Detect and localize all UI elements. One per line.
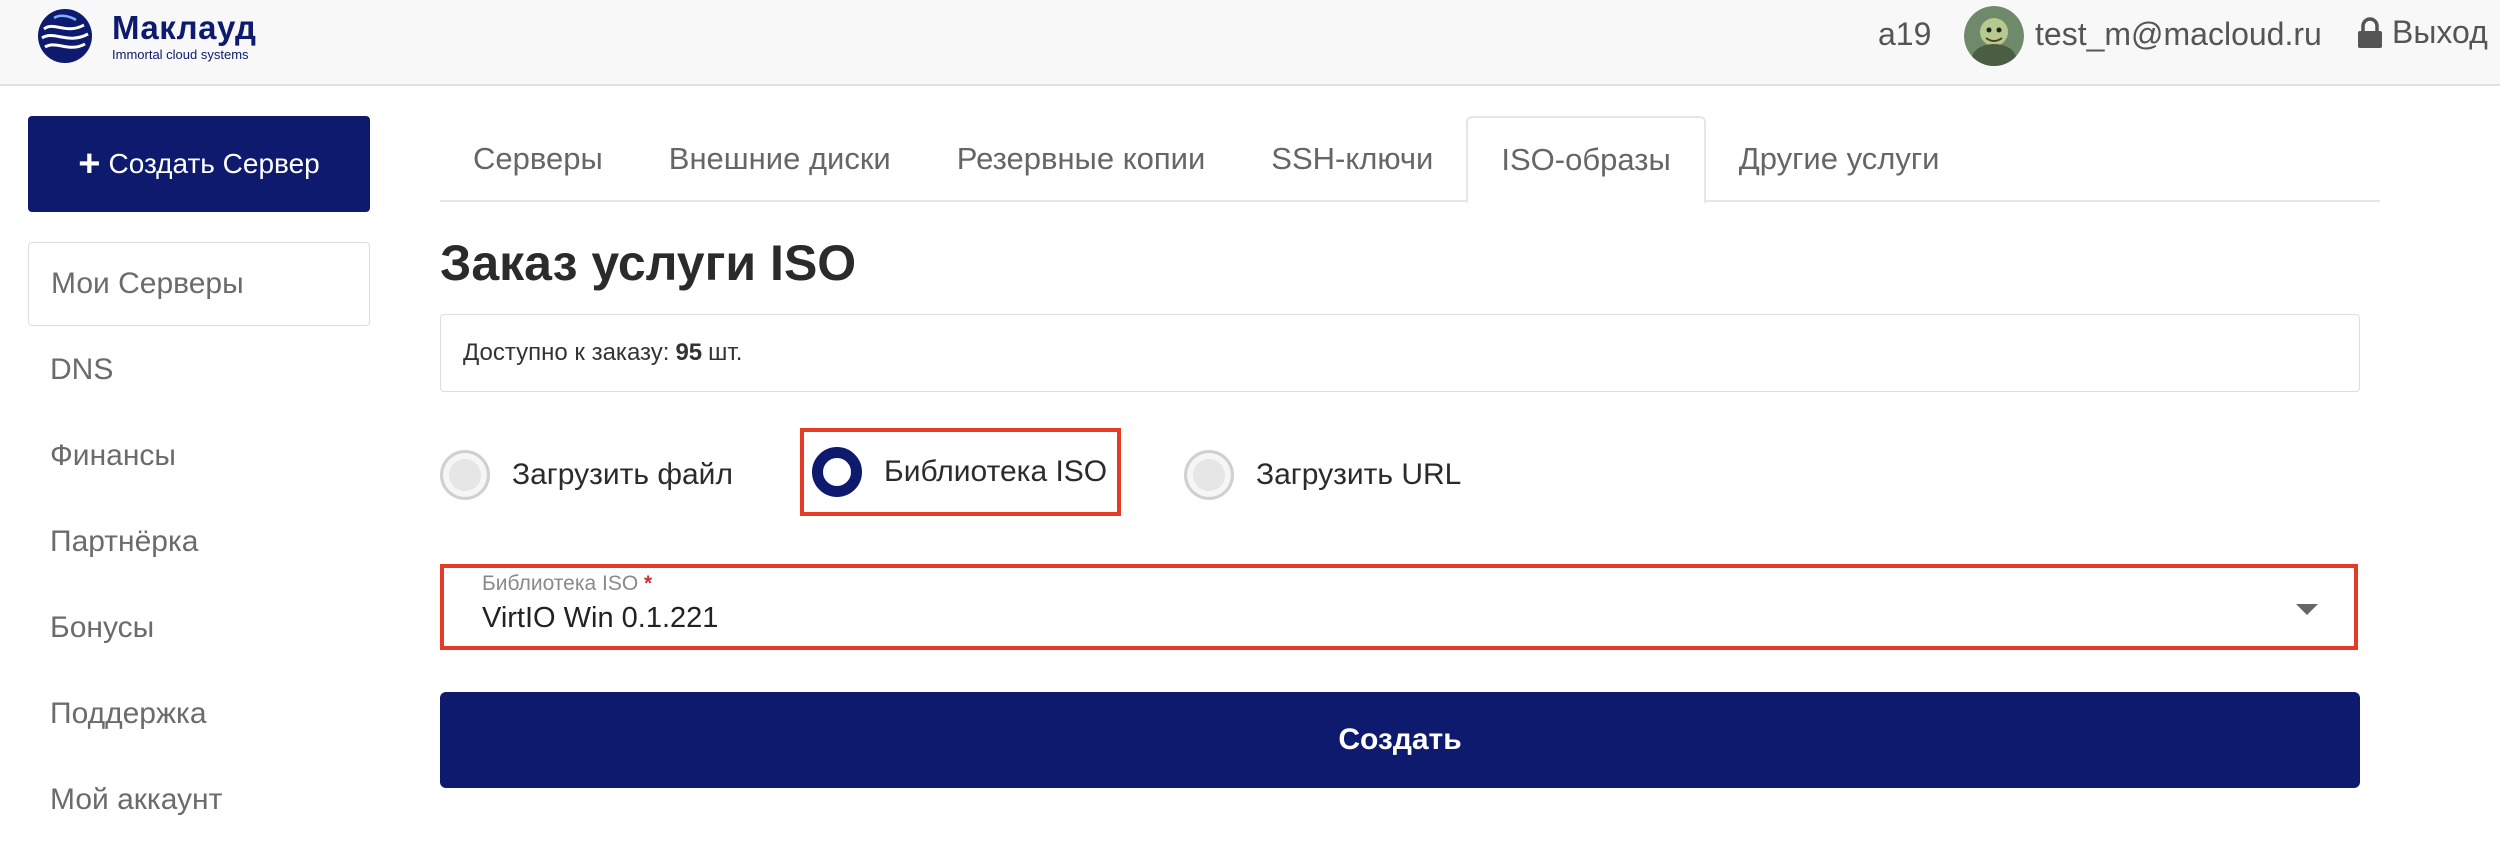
tab-external-disks[interactable]: Внешние диски (636, 116, 924, 202)
sidebar-item-label: Поддержка (50, 697, 207, 730)
logo-tagline: Immortal cloud systems (112, 47, 249, 62)
sidebar-item-label: Партнёрка (50, 525, 199, 558)
select-label-text: Библиотека ISO (482, 572, 639, 595)
tab-servers[interactable]: Серверы (440, 116, 636, 202)
page-title: Заказ услуги ISO (440, 235, 857, 291)
sidebar-item-support[interactable]: Поддержка (28, 672, 370, 756)
sidebar-item-label: Бонусы (50, 611, 155, 644)
sidebar-item-label: Финансы (50, 439, 176, 472)
maklaud-logo-icon (38, 9, 92, 63)
logo-name: Маклауд (112, 9, 257, 46)
sidebar-item-label: DNS (50, 353, 114, 386)
sidebar-nav: Мои Серверы DNS Финансы Партнёрка Бонусы… (28, 242, 370, 844)
service-tabs: Серверы Внешние диски Резервные копии SS… (440, 116, 2380, 204)
sidebar-item-my-account[interactable]: Мой аккаунт (28, 758, 370, 842)
sidebar-item-label: Мои Серверы (51, 267, 244, 300)
sidebar-item-bonuses[interactable]: Бонусы (28, 586, 370, 670)
sidebar-item-my-servers[interactable]: Мои Серверы (28, 242, 370, 326)
availability-unit: шт. (708, 339, 743, 366)
radio-upload-url[interactable]: Загрузить URL (1184, 450, 1461, 500)
availability-count: 95 (675, 339, 703, 366)
logo[interactable]: Маклауд Immortal cloud systems (36, 5, 256, 67)
top-bar: Маклауд Immortal cloud systems a19 test_… (0, 0, 2500, 86)
lock-icon (2358, 16, 2382, 48)
radio-iso-library[interactable]: Библиотека ISO (799, 428, 1122, 516)
tab-ssh-keys[interactable]: SSH-ключи (1238, 116, 1466, 202)
tab-other-services[interactable]: Другие услуги (1706, 116, 1973, 202)
availability-info: Доступно к заказу: 95 шт. (440, 314, 2360, 392)
logout-button[interactable]: Выход (2356, 14, 2488, 51)
radio-label: Библиотека ISO (884, 455, 1108, 488)
iso-library-select[interactable]: Библиотека ISO * VirtIO Win 0.1.221 (440, 564, 2358, 650)
account-id: a19 (1878, 16, 1932, 52)
radio-button[interactable] (1184, 450, 1234, 500)
radio-upload-file[interactable]: Загрузить файл (440, 450, 733, 500)
sidebar-item-dns[interactable]: DNS (28, 328, 370, 412)
select-value: VirtIO Win 0.1.221 (482, 602, 719, 634)
iso-source-options: Загрузить файл Библиотека ISO Загрузить … (440, 428, 2360, 518)
required-mark: * (644, 572, 653, 595)
tab-iso-images[interactable]: ISO-образы (1466, 116, 1706, 204)
caret-down-icon[interactable] (2296, 604, 2318, 615)
tab-backups[interactable]: Резервные копии (924, 116, 1239, 202)
sidebar-item-partners[interactable]: Партнёрка (28, 500, 370, 584)
sidebar-item-finance[interactable]: Финансы (28, 414, 370, 498)
create-button[interactable]: Создать (440, 692, 2360, 788)
radio-label: Загрузить URL (1256, 458, 1462, 491)
create-server-button[interactable]: + Создать Сервер (28, 116, 370, 212)
sidebar-item-label: Мой аккаунт (50, 783, 223, 816)
avatar-image (1964, 6, 2024, 66)
logout-label: Выход (2392, 14, 2488, 50)
select-label: Библиотека ISO * (482, 572, 652, 596)
availability-prefix: Доступно к заказу: (463, 339, 670, 366)
create-server-label: Создать Сервер (108, 148, 320, 179)
user-email[interactable]: test_m@macloud.ru (2035, 16, 2322, 53)
radio-button[interactable] (440, 450, 490, 500)
avatar[interactable] (1964, 6, 2024, 66)
radio-button-checked[interactable] (812, 447, 862, 497)
radio-label: Загрузить файл (512, 458, 733, 491)
plus-icon: + (78, 143, 101, 185)
